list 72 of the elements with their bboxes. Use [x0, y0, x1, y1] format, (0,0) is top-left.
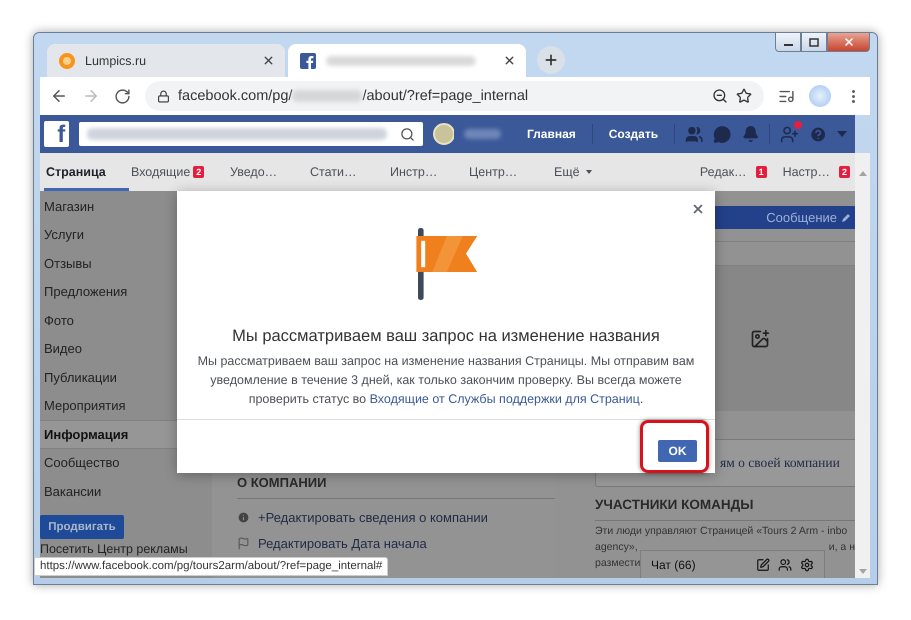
- ok-button[interactable]: OK: [658, 440, 697, 462]
- zoom-out-icon[interactable]: [712, 88, 728, 104]
- header-link[interactable]: Создать: [602, 127, 664, 141]
- sidebar-item[interactable]: Вакансии: [40, 477, 212, 506]
- page-tab[interactable]: Настр… 2: [780, 153, 852, 191]
- pencil-icon: [841, 212, 851, 222]
- section-heading: УЧАСТНИКИ КОМАНДЫ: [595, 497, 855, 521]
- blurred-text: [292, 90, 362, 102]
- lock-icon: [157, 90, 170, 102]
- back-icon[interactable]: [50, 87, 68, 105]
- promote-button[interactable]: Продвигать: [40, 514, 124, 538]
- status-url: https://www.facebook.com/pg/tours2arm/about/?ref=page_internal#: [34, 557, 388, 576]
- about-link[interactable]: +Редактировать сведения о компании: [237, 510, 555, 525]
- minimize-icon: [784, 44, 792, 46]
- support-inbox-link[interactable]: Входящие от Службы поддержки для Страниц: [370, 392, 640, 406]
- blurred-text: [464, 129, 501, 139]
- browser-tab[interactable]: Lumpics.ru: [47, 44, 285, 77]
- page-tab[interactable]: Входящие 2: [129, 153, 228, 191]
- facebook-logo[interactable]: f: [44, 121, 70, 147]
- address-bar[interactable]: facebook.com/pg/ /about/?ref=page_internal: [145, 81, 764, 111]
- settings-icon[interactable]: [800, 558, 814, 572]
- facebook-favicon-icon: [300, 52, 316, 68]
- team-text: agency»,: [595, 541, 638, 553]
- team-text: и, а н: [828, 541, 855, 553]
- tab-title: Lumpics.ru: [85, 54, 148, 68]
- info-icon: [237, 511, 250, 524]
- close-button[interactable]: [827, 33, 870, 52]
- page-tab[interactable]: Уведо…: [228, 153, 308, 191]
- dialog-text: Мы рассматриваем ваш запрос на изменение названия Страницы. Мы отправим вам уведомление в течение 3 дней, как только закончим проверку. Вы всегда можете проверить статус во Входящие от Службы поддержки для Страниц.: [196, 353, 696, 408]
- count-badge: 1: [756, 166, 767, 178]
- browser-tab[interactable]: [288, 44, 526, 77]
- fruit-slice-icon: [59, 52, 75, 68]
- profile-picture-icon[interactable]: [433, 123, 454, 145]
- url-text: /about/?ref=page_internal: [362, 88, 528, 104]
- page-tab[interactable]: Инстр…: [388, 153, 467, 191]
- count-badge: 2: [193, 166, 204, 178]
- page-tab[interactable]: Центр…: [467, 153, 552, 191]
- section-heading: О КОМПАНИИ: [237, 475, 555, 499]
- message-button[interactable]: Сообщение: [766, 210, 851, 225]
- maximize-button[interactable]: [801, 33, 827, 52]
- close-icon[interactable]: [262, 54, 275, 67]
- people-icon[interactable]: [778, 558, 792, 572]
- close-icon: [842, 36, 854, 48]
- chat-bar[interactable]: Чат (66): [640, 550, 825, 578]
- page-tab[interactable]: Ещё: [552, 153, 612, 191]
- plus-icon: [543, 52, 559, 68]
- team-text: Эти люди управляют Страницей «Tours 2 Arm - inbo: [595, 525, 848, 537]
- minimize-button[interactable]: [775, 33, 801, 52]
- page-tab[interactable]: Редак… 1: [698, 153, 769, 191]
- people-icon[interactable]: [780, 124, 800, 144]
- count-badge: 2: [838, 166, 850, 178]
- team-text: размести: [595, 557, 640, 569]
- star-icon[interactable]: [736, 88, 752, 104]
- search-field[interactable]: [79, 122, 424, 146]
- ads-center-link[interactable]: Посетить Центр рекламы: [40, 542, 212, 556]
- page-tab[interactable]: Страница: [44, 153, 129, 191]
- compose-icon[interactable]: [756, 558, 770, 572]
- chat-label: Чат (66): [651, 558, 697, 572]
- header-link[interactable]: Главная: [520, 127, 582, 141]
- search-icon[interactable]: [400, 126, 416, 142]
- page-tab[interactable]: Стати…: [308, 153, 388, 191]
- url-text: facebook.com/pg/: [178, 88, 292, 104]
- reload-icon[interactable]: [114, 88, 131, 104]
- new-tab-button[interactable]: [537, 46, 565, 74]
- dialog-title: Мы рассматриваем ваш запрос на изменение названия: [232, 327, 660, 346]
- maximize-icon: [809, 38, 819, 46]
- scrollbar[interactable]: [855, 153, 870, 578]
- close-icon[interactable]: [503, 54, 516, 67]
- about-link[interactable]: Редактировать Дата начала: [237, 536, 555, 551]
- add-photo-icon[interactable]: [750, 328, 770, 348]
- close-icon[interactable]: [691, 202, 705, 216]
- flag-icon: [237, 537, 250, 550]
